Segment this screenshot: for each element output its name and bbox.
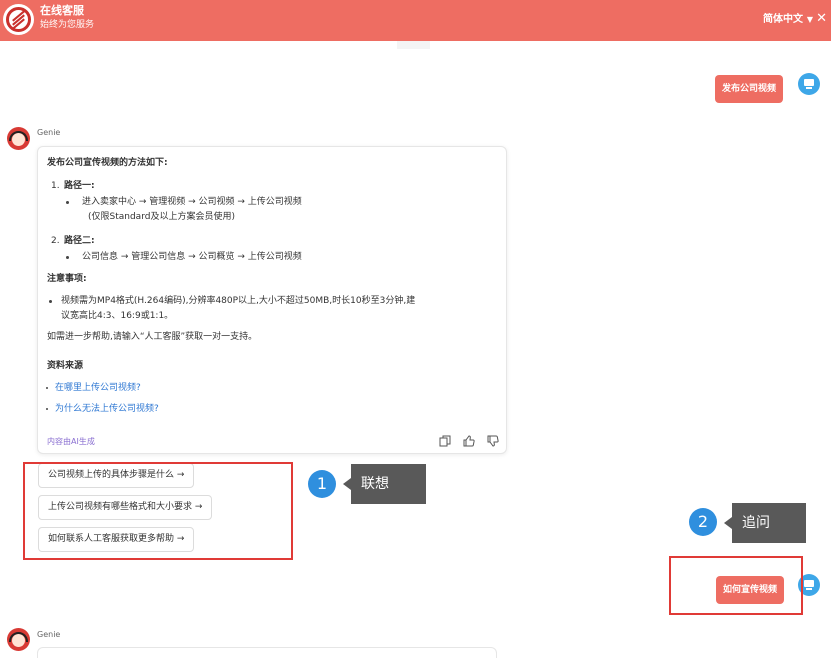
answer-heading: 发布公司宣传视频的方法如下: bbox=[47, 158, 168, 168]
source-link[interactable]: 在哪里上传公司视频? bbox=[55, 382, 141, 394]
header-title: 在线客服 bbox=[40, 4, 84, 17]
close-icon[interactable]: ✕ bbox=[816, 11, 827, 27]
bot-avatar-icon bbox=[7, 628, 30, 651]
bullet-icon bbox=[66, 201, 69, 204]
annotation-number: 1 bbox=[308, 470, 336, 498]
suggestions-highlight-box bbox=[23, 462, 293, 560]
annotation-label: 追问 bbox=[724, 503, 806, 543]
bullet-icon bbox=[49, 300, 52, 303]
scroll-tab bbox=[397, 41, 430, 49]
help-text: 如需进一步帮助,请输入“人工客服”获取一对一支持。 bbox=[47, 332, 258, 342]
bullet-icon bbox=[46, 408, 48, 410]
user-avatar-icon bbox=[798, 73, 820, 95]
language-select[interactable]: 简体中文 bbox=[763, 13, 803, 27]
answer-card: 发布公司宣传视频的方法如下: 1. 路径一: 进入卖家中心 → 管理视频 → 公… bbox=[37, 146, 507, 454]
path1-title: 路径一: bbox=[64, 181, 95, 191]
ai-generated-label: 内容由AI生成 bbox=[47, 437, 95, 446]
copy-icon[interactable] bbox=[439, 435, 451, 450]
path2-step: 公司信息 → 管理公司信息 → 公司概览 → 上传公司视频 bbox=[82, 252, 302, 262]
list-number: 2. bbox=[51, 236, 60, 246]
bot-avatar-icon bbox=[7, 127, 30, 150]
path2-title: 路径二: bbox=[64, 236, 95, 246]
answer-card bbox=[37, 647, 497, 658]
notes-title: 注意事项: bbox=[47, 274, 87, 284]
bot-name: Genie bbox=[37, 630, 61, 639]
bullet-icon bbox=[46, 387, 48, 389]
path1-note: (仅限Standard及以上方案会员使用) bbox=[88, 212, 235, 222]
thumbs-up-icon[interactable] bbox=[463, 435, 475, 450]
chat-page: 在线客服 始终为您服务 简体中文 ▼ ✕ 发布公司视频 Genie 发布公司宣传… bbox=[0, 0, 831, 658]
user-message-bubble: 发布公司视频 bbox=[715, 75, 784, 103]
bullet-icon bbox=[66, 256, 69, 259]
header-subtitle: 始终为您服务 bbox=[40, 20, 95, 30]
chat-header: 在线客服 始终为您服务 简体中文 ▼ ✕ bbox=[0, 0, 831, 41]
brand-logo-icon bbox=[3, 4, 34, 35]
follow-up-highlight-box bbox=[669, 556, 803, 615]
sources-title: 资料来源 bbox=[47, 361, 84, 371]
annotation-label: 联想 bbox=[343, 464, 426, 504]
thumbs-down-icon[interactable] bbox=[487, 435, 499, 450]
list-number: 1. bbox=[51, 181, 60, 191]
chevron-down-icon[interactable]: ▼ bbox=[807, 15, 813, 25]
note-line-1: 视频需为MP4格式(H.264编码),分辨率480P以上,大小不超过50MB,时… bbox=[61, 296, 416, 306]
bot-name: Genie bbox=[37, 128, 61, 137]
annotation-number: 2 bbox=[689, 508, 717, 536]
path1-step: 进入卖家中心 → 管理视频 → 公司视频 → 上传公司视频 bbox=[82, 197, 302, 207]
source-link[interactable]: 为什么无法上传公司视频? bbox=[55, 403, 159, 415]
note-line-2: 议宽高比4:3、16:9或1:1。 bbox=[61, 311, 174, 321]
